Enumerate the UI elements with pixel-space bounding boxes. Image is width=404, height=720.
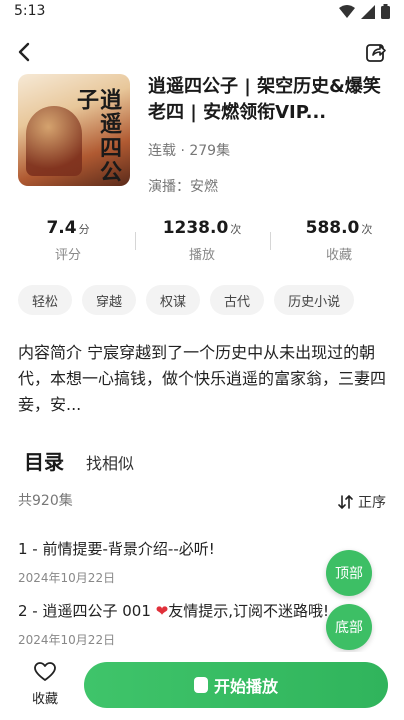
episode-title-suffix: 友情提示,订阅不迷路哦! (168, 602, 330, 620)
scroll-top-button[interactable]: 顶部 (326, 550, 372, 596)
tag-chip[interactable]: 历史小说 (274, 285, 355, 315)
status-icons (339, 4, 390, 19)
sort-button[interactable]: 正序 (338, 492, 386, 512)
tag-chip[interactable]: 古代 (210, 285, 265, 315)
stat-unit: 次 (361, 223, 373, 236)
sort-label: 正序 (358, 495, 386, 511)
heart-emoji-icon: ❤ (155, 602, 169, 620)
status-bar: 5:13 (0, 0, 404, 24)
wifi-icon (339, 4, 355, 18)
nav-bar (0, 36, 404, 72)
book-intro[interactable]: 内容简介 宁宸穿越到了一个历史中从未出现过的朝代，本想一心搞钱，做个快乐逍遥的富… (18, 340, 390, 418)
book-meta: 连载 · 279集 (148, 143, 231, 159)
share-icon (366, 44, 386, 62)
stat-unit: 分 (78, 223, 90, 236)
tab-catalog[interactable]: 目录 (24, 446, 64, 475)
stat-favorites: 588.0 次 收藏 (279, 218, 399, 263)
book-narrator: 演播：安燃 (148, 179, 218, 195)
tag-list: 轻松 穿越 权谋 古代 历史小说 (18, 285, 404, 315)
share-button[interactable] (362, 38, 390, 66)
bottom-bar: 收藏 开始播放 (0, 652, 404, 720)
tab-similar[interactable]: 找相似 (86, 450, 134, 474)
tag-chip[interactable]: 穿越 (82, 285, 137, 315)
status-time: 5:13 (14, 3, 46, 19)
start-play-label: 开始播放 (213, 677, 278, 696)
back-button[interactable] (10, 38, 38, 66)
stat-plays: 1238.0 次 播放 (142, 218, 262, 263)
tag-chip[interactable]: 轻松 (18, 285, 73, 315)
stats-row: 7.4 分 评分 1238.0 次 播放 588.0 次 收藏 (0, 218, 404, 266)
stat-unit: 次 (230, 223, 242, 236)
book-title: 逍遥四公子 | 架空历史&爆笑老四 | 安燃领衔VIP... (148, 76, 381, 123)
favorite-label: 收藏 (31, 692, 58, 707)
book-cover: 逍遥四公子 (18, 74, 130, 186)
scroll-bottom-button[interactable]: 底部 (326, 604, 372, 650)
stat-label: 评分 (54, 248, 81, 263)
favorite-button[interactable]: 收藏 (20, 662, 70, 707)
battery-icon (381, 4, 390, 19)
stat-value: 1238.0 (162, 218, 229, 238)
stat-value: 7.4 (46, 218, 77, 238)
signal-icon (361, 4, 375, 19)
heart-outline-icon (34, 662, 56, 681)
stat-value: 588.0 (305, 218, 360, 238)
chevron-left-icon (18, 42, 30, 62)
tab-row: 目录 找相似 (24, 446, 134, 478)
stat-divider (270, 232, 271, 250)
stat-label: 播放 (188, 248, 215, 263)
episode-title-prefix: 2 - 逍遥四公子 001 (18, 602, 156, 620)
sort-icon (338, 494, 353, 510)
stat-divider (135, 232, 136, 250)
stat-label: 收藏 (325, 248, 352, 263)
tag-chip[interactable]: 权谋 (146, 285, 201, 315)
cover-title: 逍遥四公子 (73, 88, 122, 184)
play-icon (193, 677, 208, 693)
start-play-button[interactable]: 开始播放 (84, 662, 388, 708)
cover-figure (26, 106, 82, 176)
episode-count: 共920集 (18, 493, 73, 509)
stat-rating: 7.4 分 评分 (8, 218, 128, 263)
